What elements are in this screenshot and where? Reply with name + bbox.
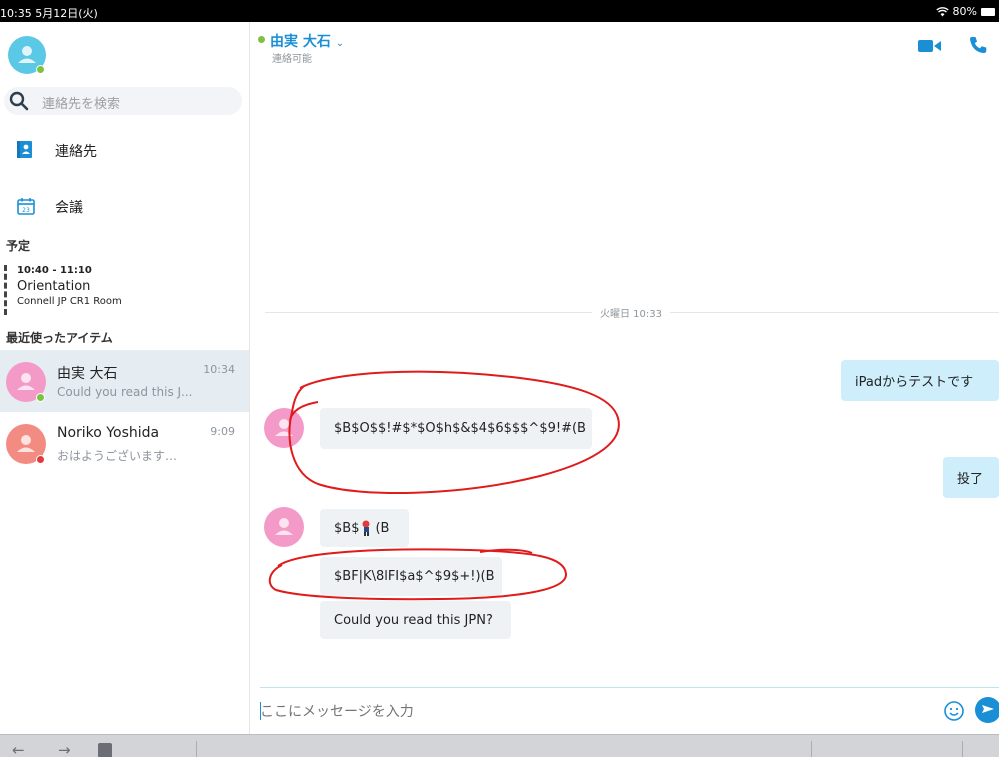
conversation-item[interactable]: 由実 大石 Could you read this J... 10:34 [0, 350, 249, 412]
conversation-name: Noriko Yoshida [57, 425, 160, 441]
annotation-circle [479, 548, 533, 554]
chevron-down-icon: ⌄ [335, 38, 345, 49]
chat-contact-name-text: 由実 大石 [270, 34, 331, 50]
send-button[interactable] [975, 697, 999, 723]
status-time: 10:35 5月12日(火) [0, 7, 98, 20]
clipboard-icon[interactable] [98, 743, 112, 757]
schedule-time: 10:40 - 11:10 [17, 265, 92, 276]
avatar [6, 362, 46, 402]
sidebar: 連絡先を検索 連絡先 23 会議 予定 10:40 - 11:10 Orient… [0, 22, 250, 734]
person-icon [275, 419, 293, 436]
chat-header: 由実 大石 ⌄ 連絡可能 [250, 22, 999, 72]
wifi-icon [935, 6, 949, 16]
message-text: $B$ [334, 520, 360, 536]
toolbar-separator [811, 741, 812, 757]
recent-heading: 最近使ったアイテム [6, 331, 113, 345]
conversation-preview: Could you read this J... [57, 385, 193, 399]
avatar [264, 408, 304, 448]
message-text: iPadからテストです [855, 375, 974, 390]
conversation-name: 由実 大石 [57, 366, 118, 382]
nav-contacts-label: 連絡先 [55, 144, 97, 160]
schedule-room: Connell JP CR1 Room [17, 296, 122, 307]
nav-meetings[interactable]: 23 会議 [0, 189, 250, 223]
search-icon [9, 91, 29, 111]
chat-contact-name[interactable]: 由実 大石 ⌄ [270, 31, 344, 51]
my-avatar[interactable] [8, 36, 46, 74]
presence-online-dot [258, 36, 265, 43]
message-bubble-outgoing[interactable]: iPadからテストです [841, 360, 999, 401]
presence-online-dot [36, 65, 45, 74]
svg-text:23: 23 [22, 207, 30, 214]
message-bubble-incoming[interactable]: Could you read this JPN? [320, 601, 511, 639]
person-icon [275, 518, 293, 535]
message-input[interactable] [260, 700, 930, 724]
schedule-item[interactable]: 10:40 - 11:10 Orientation Connell JP CR1… [4, 265, 244, 315]
emoji-icon[interactable] [943, 700, 965, 722]
battery-icon [981, 7, 995, 16]
bottom-toolbar: ← → [0, 734, 999, 757]
message-text: 投了 [957, 472, 984, 487]
battery-percent: 80% [952, 5, 977, 18]
message-text-suffix: (B [375, 520, 390, 536]
message-text: Could you read this JPN? [334, 612, 493, 628]
emoticon-icon [362, 520, 370, 536]
send-icon [982, 705, 994, 713]
text-cursor [260, 702, 261, 720]
status-bar: 10:35 5月12日(火) 80% [0, 0, 999, 22]
date-divider-label: 火曜日 10:33 [592, 305, 670, 320]
avatar [264, 507, 304, 547]
conversation-item[interactable]: Noriko Yoshida おはようございます… 9:09 [0, 412, 249, 474]
contacts-book-icon [17, 141, 32, 158]
conversation-time: 9:09 [210, 425, 235, 438]
contact-search[interactable]: 連絡先を検索 [4, 87, 242, 115]
chat-contact-status: 連絡可能 [272, 54, 312, 65]
schedule-title: Orientation [17, 279, 91, 294]
status-right: 80% [935, 5, 995, 18]
composer-divider [260, 687, 999, 688]
nav-meetings-label: 会議 [55, 200, 83, 216]
forward-arrow-icon[interactable]: → [58, 741, 71, 757]
schedule-heading: 予定 [6, 239, 31, 253]
search-placeholder: 連絡先を検索 [42, 97, 121, 112]
presence-busy-dot [36, 455, 45, 464]
toolbar-separator [962, 741, 963, 757]
calendar-icon: 23 [17, 198, 35, 215]
phone-call-icon[interactable] [968, 35, 988, 55]
conversation-time: 10:34 [203, 363, 235, 376]
message-text: $B$O$$!#$*$O$h$&$4$6$$$^$9!#(B [334, 421, 586, 436]
message-bubble-incoming[interactable]: $B$ (B [320, 509, 409, 547]
nav-contacts[interactable]: 連絡先 [0, 133, 250, 167]
avatar [6, 424, 46, 464]
conversation-preview: おはようございます… [57, 449, 178, 463]
message-bubble-incoming[interactable]: $BF|K\8lFI$a$^$9$+!)(B [320, 557, 502, 596]
video-call-icon[interactable] [918, 39, 942, 53]
toolbar-separator [196, 741, 197, 757]
message-bubble-incoming[interactable]: $B$O$$!#$*$O$h$&$4$6$$$^$9!#(B [320, 408, 592, 449]
back-arrow-icon[interactable]: ← [12, 741, 25, 757]
message-bubble-outgoing[interactable]: 投了 [943, 457, 999, 498]
presence-online-dot [36, 393, 45, 402]
message-text: $BF|K\8lFI$a$^$9$+!)(B [334, 569, 495, 584]
